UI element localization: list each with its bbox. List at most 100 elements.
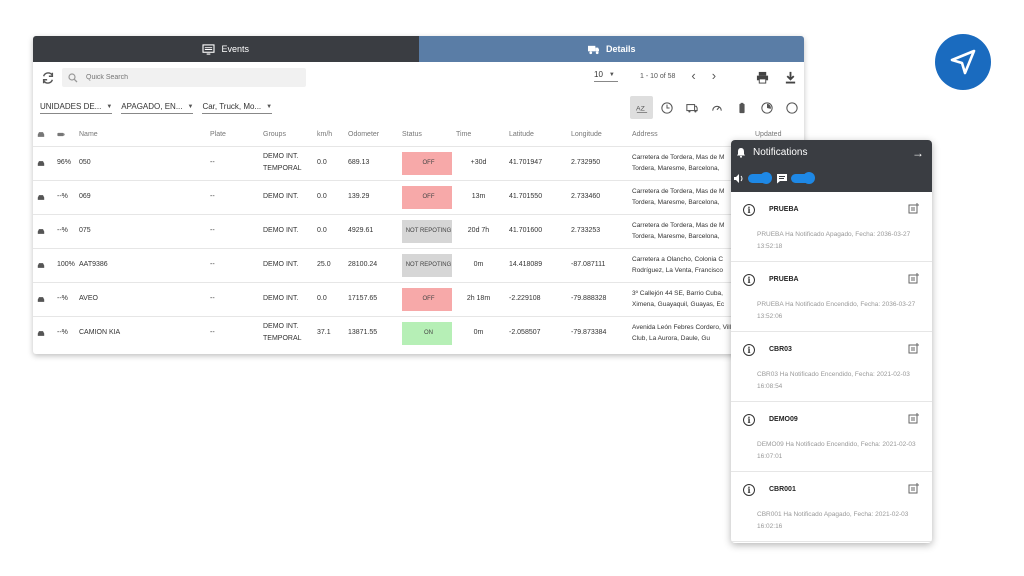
- monitor-icon: [202, 43, 216, 55]
- speed-cell: 0.0: [313, 179, 344, 214]
- latitude-cell: 41.701600: [505, 213, 567, 248]
- group-cell: DEMO INT. TEMPORAL: [259, 315, 313, 350]
- status-cell: ON: [398, 315, 452, 350]
- group-cell: DEMO INT.: [259, 281, 313, 316]
- odometer-cell: 28100.24: [344, 247, 398, 282]
- filter-vehicle-type[interactable]: Car, Truck, Mo... ▼: [202, 102, 273, 114]
- print-icon[interactable]: [756, 71, 769, 84]
- vehicle-type-cell: [33, 179, 53, 214]
- name-cell: AAT9386: [75, 247, 206, 282]
- car-icon: [37, 330, 45, 336]
- add-note-icon[interactable]: [908, 203, 919, 214]
- time-cell: 13m: [452, 179, 505, 214]
- time-cell: 20d 7h: [452, 213, 505, 248]
- longitude-cell: 2.732950: [567, 145, 628, 180]
- tab-details-label: Details: [605, 44, 636, 54]
- sort-status-button[interactable]: [780, 96, 803, 119]
- close-arrow-icon[interactable]: →: [912, 146, 924, 160]
- table-row[interactable]: 96% 050 -- DEMO INT. TEMPORAL 0.0 689.13 OFF +3…: [33, 145, 804, 180]
- status-badge: OFF: [402, 185, 452, 209]
- add-note-icon[interactable]: [908, 483, 919, 494]
- column-plate[interactable]: Plate: [206, 123, 259, 146]
- tab-events[interactable]: Events: [33, 36, 419, 62]
- tab-bar: Events Details: [33, 36, 804, 62]
- table-row[interactable]: --% 069 -- DEMO INT. 0.0 139.29 OFF 13m 41.70155…: [33, 179, 804, 214]
- notification-message: PRUEBA Ha Notificado Apagado, Fecha: 203…: [757, 231, 911, 250]
- speed-cell: 0.0: [313, 145, 344, 180]
- notification-message: CBR001 Ha Notificado Apagado, Fecha: 202…: [757, 511, 909, 530]
- filter-status[interactable]: APAGADO, EN... ▼: [121, 102, 194, 114]
- battery-cell: --%: [53, 281, 75, 316]
- svg-text:AZ: AZ: [636, 105, 645, 112]
- notifications-title: Notifications: [753, 147, 808, 158]
- odometer-cell: 13871.55: [344, 315, 398, 350]
- column-vehicle-type: [33, 123, 53, 146]
- filter-status-label: APAGADO, EN...: [121, 102, 183, 111]
- status-badge: NOT REPOTING: [402, 253, 452, 277]
- filter-units[interactable]: UNIDADES DE... ▼: [40, 102, 113, 114]
- notification-item[interactable]: i CBR03 CBR03 Ha Notificado Encendido, Fec…: [731, 332, 932, 402]
- notification-item[interactable]: i PRUEBA PRUEBA Ha Notificado Encendido, F…: [731, 262, 932, 332]
- column-speed[interactable]: km/h: [313, 123, 344, 146]
- popup-toggle[interactable]: [791, 172, 815, 184]
- next-page-button[interactable]: ›: [712, 69, 716, 82]
- sound-toggle[interactable]: [748, 172, 772, 184]
- per-page-select[interactable]: 10 ▼: [594, 70, 618, 82]
- battery-cell: 100%: [53, 247, 75, 282]
- longitude-cell: -79.873384: [567, 315, 628, 350]
- table-row[interactable]: --% 075 -- DEMO INT. 0.0 4929.61 NOT REPOTING 2…: [33, 213, 804, 248]
- sort-time-button[interactable]: [655, 96, 678, 119]
- group-cell: DEMO INT.: [259, 247, 313, 282]
- car-icon: [37, 131, 45, 137]
- column-odometer[interactable]: Odometer: [344, 123, 398, 146]
- column-time[interactable]: Time: [452, 123, 505, 146]
- longitude-cell: -79.888328: [567, 281, 628, 316]
- download-icon[interactable]: [784, 71, 797, 84]
- notification-item[interactable]: i PRUEBA PRUEBA Ha Notificado Apagado, Fec…: [731, 192, 932, 262]
- app-logo: [935, 34, 991, 90]
- bus-icon: [685, 103, 698, 113]
- add-note-icon[interactable]: [908, 343, 919, 354]
- search-input[interactable]: [86, 74, 286, 81]
- table-row[interactable]: 100% AAT9386 -- DEMO INT. 25.0 28100.24 NOT RE…: [33, 247, 804, 282]
- column-status[interactable]: Status: [398, 123, 452, 146]
- status-cell: OFF: [398, 145, 452, 180]
- time-cell: 0m: [452, 315, 505, 350]
- column-longitude[interactable]: Longitude: [567, 123, 628, 146]
- column-latitude[interactable]: Latitude: [505, 123, 567, 146]
- sort-speed-button[interactable]: [705, 96, 728, 119]
- group-cell: DEMO INT.: [259, 213, 313, 248]
- table-row[interactable]: --% CAMION KIA -- DEMO INT. TEMPORAL 37.1 138…: [33, 315, 804, 350]
- sort-vehicle-button[interactable]: [680, 96, 703, 119]
- notification-item[interactable]: i CBR001 CBR001 Ha Notificado Apagado, Fec…: [731, 472, 932, 542]
- notification-message: DEMO09 Ha Notificado Encendido, Fecha: 2…: [757, 441, 916, 460]
- add-note-icon[interactable]: [908, 273, 919, 284]
- tab-events-label: Events: [221, 44, 249, 54]
- message-icon: [777, 174, 787, 184]
- odometer-cell: 4929.61: [344, 213, 398, 248]
- add-note-icon[interactable]: [908, 413, 919, 424]
- latitude-cell: 41.701947: [505, 145, 567, 180]
- column-name[interactable]: Name: [75, 123, 206, 146]
- filter-bar: UNIDADES DE... ▼ APAGADO, EN... ▼ Car, Tru…: [33, 93, 804, 123]
- prev-page-button[interactable]: ‹: [691, 69, 695, 82]
- table-row[interactable]: --% AVEO -- DEMO INT. 0.0 17157.65 OFF 2h 18m -2…: [33, 281, 804, 316]
- car-icon: [37, 262, 45, 268]
- refresh-icon[interactable]: [41, 71, 55, 85]
- notification-device: CBR03: [769, 346, 792, 353]
- sort-battery-button[interactable]: [730, 96, 753, 119]
- column-groups[interactable]: Groups: [259, 123, 313, 146]
- pagination: 10 ▼ 1 - 10 of 58 ‹ ›: [594, 69, 716, 82]
- tab-details[interactable]: Details: [418, 36, 804, 62]
- time-cell: 2h 18m: [452, 281, 505, 316]
- sort-ignition-button[interactable]: [755, 96, 778, 119]
- notification-device: DEMO09: [769, 416, 798, 423]
- car-icon: [37, 194, 45, 200]
- vehicle-type-cell: [33, 281, 53, 316]
- notification-item[interactable]: i DEMO09 DEMO09 Ha Notificado Encendido, F…: [731, 402, 932, 472]
- truck-icon: [587, 45, 599, 54]
- sort-az-button[interactable]: AZ: [630, 96, 653, 119]
- name-cell: AVEO: [75, 281, 206, 316]
- bell-icon: [737, 148, 745, 158]
- speed-cell: 0.0: [313, 281, 344, 316]
